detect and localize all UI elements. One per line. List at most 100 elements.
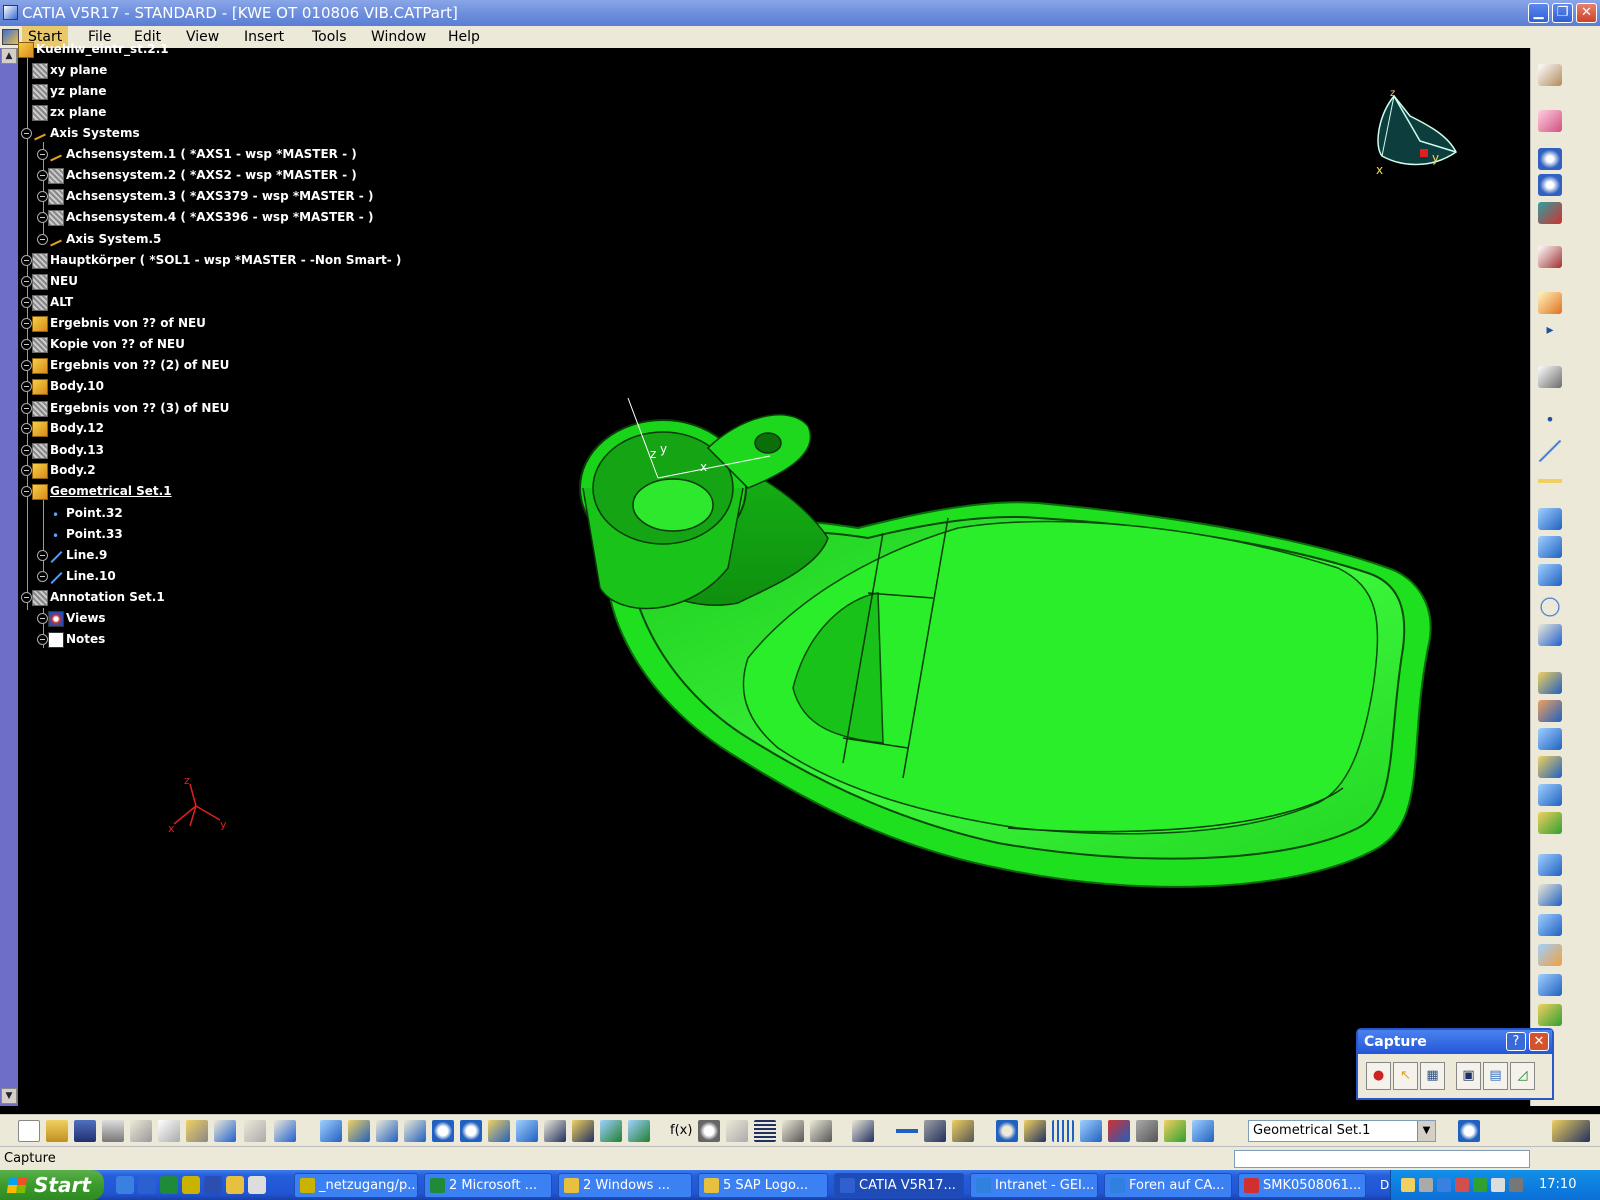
point-tool-icon[interactable]: •	[1538, 410, 1562, 432]
multi-view-icon[interactable]	[516, 1120, 538, 1142]
save-icon[interactable]	[74, 1120, 96, 1142]
tree-expander[interactable]	[21, 255, 32, 266]
tree-node-alt[interactable]: ALT	[32, 293, 73, 311]
redo-icon[interactable]	[244, 1120, 266, 1142]
expand-arrow-icon[interactable]: ▸	[1538, 322, 1562, 344]
eraser-icon[interactable]	[1538, 110, 1562, 132]
tray-icon[interactable]	[1419, 1178, 1433, 1192]
revolve-icon[interactable]	[1538, 536, 1562, 558]
measure-icon[interactable]	[1538, 202, 1562, 224]
rotate-view-icon[interactable]	[404, 1120, 426, 1142]
comment-icon[interactable]	[698, 1120, 720, 1142]
formula-icon[interactable]: f(x)	[670, 1120, 692, 1142]
tree-node-xy-plane[interactable]: xy plane	[32, 61, 107, 79]
graph-icon[interactable]: ◿	[1510, 1062, 1535, 1090]
tree-expander[interactable]	[37, 191, 48, 202]
menu-help[interactable]: Help	[442, 26, 486, 48]
task-button-netzugang[interactable]: _netzugang/p...	[294, 1173, 418, 1198]
offset-icon[interactable]	[1538, 564, 1562, 586]
tree-node-axis-systems[interactable]: Axis Systems	[32, 124, 140, 142]
tree-expander[interactable]	[21, 423, 32, 434]
undo-icon[interactable]	[214, 1120, 236, 1142]
lock-icon[interactable]	[782, 1120, 804, 1142]
tree-expander[interactable]	[37, 170, 48, 181]
tree-node-notes[interactable]: Notes	[48, 630, 105, 648]
measure-between-icon[interactable]	[896, 1120, 918, 1142]
tree-node-views[interactable]: Views	[48, 609, 106, 627]
sketcher-icon[interactable]	[1538, 64, 1562, 86]
task-button-foren[interactable]: Foren auf CA...	[1104, 1173, 1232, 1198]
tree-node-line-10[interactable]: Line.10	[48, 567, 116, 585]
tree-node-yz-plane[interactable]: yz plane	[32, 82, 106, 100]
tray-icon[interactable]	[1473, 1178, 1487, 1192]
normal-view-icon[interactable]	[488, 1120, 510, 1142]
tree-expander[interactable]	[37, 613, 48, 624]
translate-icon[interactable]	[1538, 884, 1562, 906]
folder-icon[interactable]	[226, 1176, 244, 1194]
tree-node-achsensystem-3[interactable]: Achsensystem.3 ( *AXS379 - wsp *MASTER -…	[48, 187, 373, 205]
menu-insert[interactable]: Insert	[238, 26, 290, 48]
tree-node-achsensystem-1[interactable]: Achsensystem.1 ( *AXS1 - wsp *MASTER - )	[48, 145, 357, 163]
new-file-icon[interactable]	[18, 1120, 40, 1142]
capture-close-button[interactable]: ✕	[1529, 1032, 1549, 1051]
print-icon[interactable]	[102, 1120, 124, 1142]
scroll-down-arrow-icon[interactable]: ▼	[1, 1088, 17, 1104]
command-input[interactable]	[1234, 1150, 1530, 1168]
hide-show-icon[interactable]	[600, 1120, 622, 1142]
cut-icon[interactable]	[130, 1120, 152, 1142]
fill-icon[interactable]	[1538, 756, 1562, 778]
split-icon[interactable]	[1538, 728, 1562, 750]
start-button[interactable]: Start	[0, 1170, 104, 1200]
shading-icon[interactable]	[572, 1120, 594, 1142]
chevron-down-icon[interactable]: ▼	[1417, 1121, 1435, 1141]
right-toolbar-scrollbar[interactable]	[1568, 48, 1600, 1106]
tree-node-point-33[interactable]: Point.33	[48, 525, 123, 543]
whats-this-icon[interactable]	[274, 1120, 296, 1142]
tree-expander[interactable]	[21, 381, 32, 392]
restore-button[interactable]: ❐	[1552, 3, 1573, 23]
symmetry-icon[interactable]	[1538, 944, 1562, 966]
axis-tool-icon[interactable]	[1024, 1120, 1046, 1142]
tree-expander[interactable]	[37, 571, 48, 582]
tree-expander[interactable]	[21, 592, 32, 603]
tree-expander[interactable]	[37, 212, 48, 223]
copy-icon[interactable]	[158, 1120, 180, 1142]
tree-node-line-9[interactable]: Line.9	[48, 546, 107, 564]
catia-app-icon[interactable]	[3, 5, 18, 20]
sketch-icon[interactable]	[1538, 366, 1562, 388]
pattern-icon[interactable]	[1538, 854, 1562, 876]
notepad-icon[interactable]	[248, 1176, 266, 1194]
current-set-select[interactable]: Geometrical Set.1 ▼	[1248, 1120, 1436, 1142]
tree-expander[interactable]	[37, 234, 48, 245]
select-arrow-icon[interactable]	[1538, 292, 1562, 314]
word-icon[interactable]	[204, 1176, 222, 1194]
task-button-sap[interactable]: 5 SAP Logo...	[698, 1173, 828, 1198]
fit-all-icon[interactable]	[348, 1120, 370, 1142]
join-icon[interactable]	[1538, 700, 1562, 722]
task-button-microsoft[interactable]: 2 Microsoft ...	[424, 1173, 552, 1198]
tree-expander[interactable]	[21, 128, 32, 139]
workbench-icon[interactable]	[1458, 1120, 1480, 1142]
tree-expander[interactable]	[21, 445, 32, 456]
explorer-icon[interactable]	[182, 1176, 200, 1194]
curvature-icon[interactable]	[1136, 1120, 1158, 1142]
update-icon[interactable]	[852, 1120, 874, 1142]
tray-icon[interactable]	[1401, 1178, 1415, 1192]
tree-node-ergebnis-3[interactable]: Ergebnis von ?? (3) of NEU	[32, 399, 229, 417]
tree-node-kopie[interactable]: Kopie von ?? of NEU	[32, 335, 185, 353]
task-button-intranet[interactable]: Intranet - GEI...	[970, 1173, 1098, 1198]
tree-expander[interactable]	[21, 486, 32, 497]
task-button-smk[interactable]: SMK0508061...	[1238, 1173, 1366, 1198]
swap-space-icon[interactable]	[628, 1120, 650, 1142]
tree-node-ergebnis-1[interactable]: Ergebnis von ?? of NEU	[32, 314, 206, 332]
tree-node-body-10[interactable]: Body.10	[32, 377, 104, 395]
line-tool-icon[interactable]	[1538, 440, 1562, 462]
design-table-icon[interactable]	[754, 1120, 776, 1142]
grid-icon[interactable]	[1052, 1120, 1074, 1142]
tree-expander[interactable]	[21, 403, 32, 414]
plane-tool-icon[interactable]	[1538, 470, 1562, 492]
tree-node-body-2[interactable]: Body.2	[32, 461, 96, 479]
analysis-icon[interactable]	[1108, 1120, 1130, 1142]
tree-node-ergebnis-2[interactable]: Ergebnis von ?? (2) of NEU	[32, 356, 229, 374]
tree-node-body-12[interactable]: Body.12	[32, 419, 104, 437]
